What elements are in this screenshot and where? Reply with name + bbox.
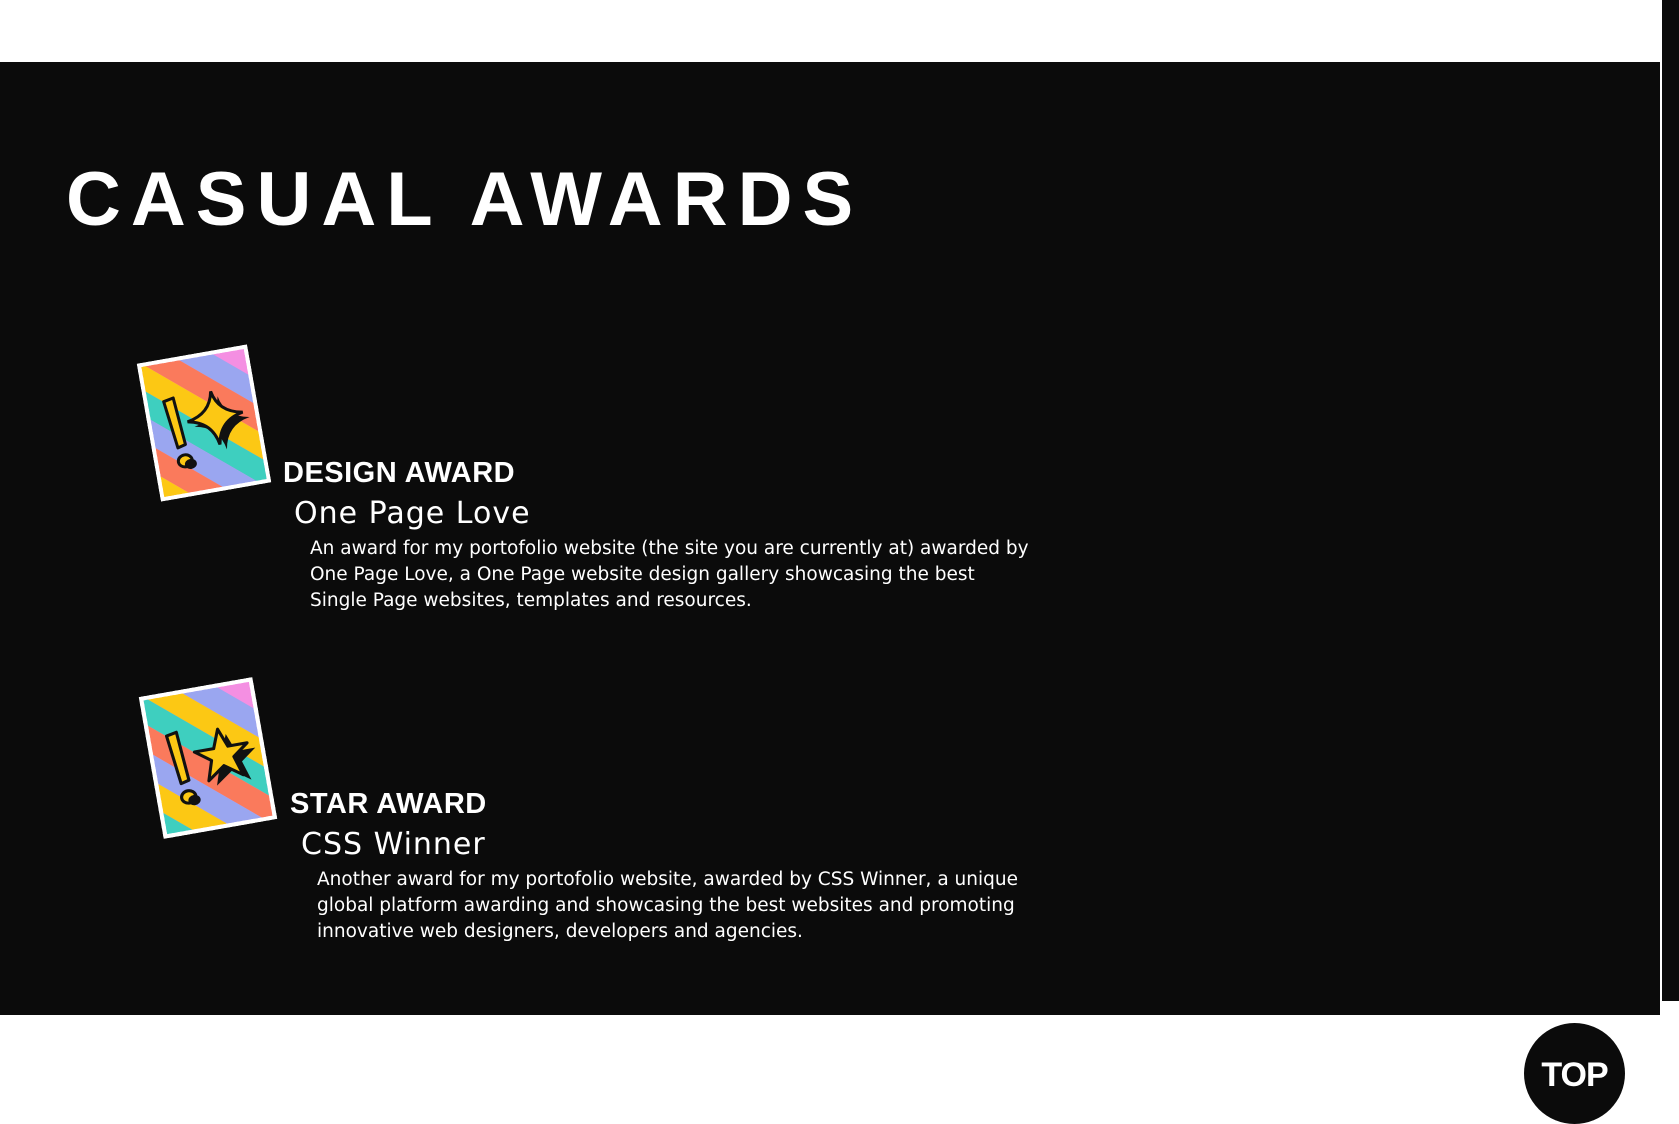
- award-label: DESIGN AWARD: [283, 457, 516, 489]
- award-stamp-sparkle-icon: [136, 344, 272, 502]
- award-stamp-star-icon: [138, 677, 278, 839]
- page-top-strip: [0, 0, 1660, 62]
- scrollbar-thumb[interactable]: [1662, 0, 1679, 805]
- back-to-top-label: TOP: [1541, 1056, 1608, 1094]
- scrollbar-segment: [1662, 805, 1679, 1001]
- award-organization: One Page Love: [294, 496, 531, 531]
- section-title: CASUAL AWARDS: [66, 157, 864, 242]
- awards-section: CASUAL AWARDS DESIGN AWARD One Page Love…: [0, 62, 1660, 1015]
- award-description: Another award for my portofolio website,…: [317, 869, 1018, 942]
- back-to-top-button[interactable]: TOP: [1524, 1023, 1625, 1124]
- award-organization: CSS Winner: [301, 827, 486, 862]
- award-label: STAR AWARD: [290, 788, 487, 820]
- award-description: An award for my portofolio website (the …: [310, 538, 1029, 611]
